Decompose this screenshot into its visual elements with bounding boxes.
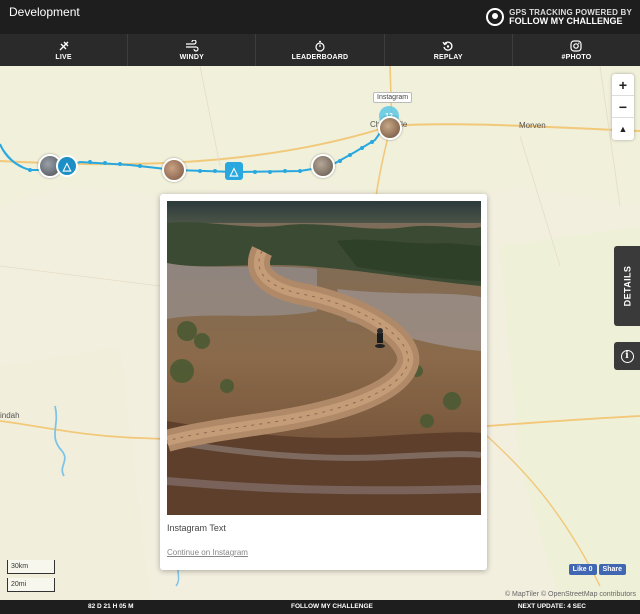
- outback-road-image: [167, 201, 481, 515]
- main-nav: LIVE WINDY LEADERBOARD REPLAY #PHOTO: [0, 34, 640, 66]
- nav-photo[interactable]: #PHOTO: [513, 34, 640, 66]
- next-update: NEXT UPDATE: 4 SEC: [517, 603, 586, 610]
- zoom-control: + − ▲: [612, 74, 634, 140]
- nav-leaderboard[interactable]: LEADERBOARD: [256, 34, 385, 66]
- camp-marker[interactable]: △: [225, 162, 243, 180]
- instagram-icon: [570, 39, 583, 52]
- facebook-buttons: Like 0 Share: [568, 564, 626, 575]
- town-label-west: indah: [0, 411, 20, 420]
- photo-marker[interactable]: [162, 158, 186, 182]
- nav-replay-label: REPLAY: [433, 53, 463, 61]
- reset-north-button[interactable]: ▲: [612, 118, 634, 140]
- replay-icon: [442, 40, 454, 52]
- map-attribution[interactable]: © MapTiler © OpenStreetMap contributors: [505, 591, 636, 598]
- photo-marker[interactable]: [311, 154, 335, 178]
- scale-mi: 20mi: [7, 578, 55, 592]
- camp-icon: △: [62, 160, 72, 173]
- app-title: Development: [9, 5, 80, 19]
- top-bar: Development GPS TRACKING POWERED BY FOLL…: [0, 0, 640, 34]
- popup-caption: Instagram Text: [167, 523, 226, 533]
- brand-logo[interactable]: GPS TRACKING POWERED BY FOLLOW MY CHALLE…: [486, 6, 632, 28]
- location-pin-icon: [486, 8, 505, 26]
- facebook-share-button[interactable]: Share: [598, 564, 626, 575]
- satellite-icon: [58, 40, 70, 52]
- info-icon: i: [620, 349, 634, 363]
- town-label-morven: Morven: [519, 121, 546, 130]
- status-bar: 82 D 21 H 05 M FOLLOW MY CHALLENGE NEXT …: [0, 600, 640, 614]
- facebook-like-button[interactable]: Like 0: [568, 564, 597, 575]
- camp-icon: △: [229, 165, 239, 178]
- compass-icon: ▲: [618, 124, 628, 134]
- nav-leaderboard-label: LEADERBOARD: [291, 53, 349, 61]
- instagram-place-label: Instagram: [373, 92, 413, 103]
- details-tab[interactable]: DETAILS: [614, 246, 640, 326]
- nav-windy[interactable]: WINDY: [128, 34, 257, 66]
- instagram-popup: Instagram Text Continue on Instagram: [160, 194, 487, 570]
- camp-marker[interactable]: △: [56, 155, 78, 177]
- continue-on-instagram-link[interactable]: Continue on Instagram: [167, 548, 248, 557]
- zoom-out-button[interactable]: −: [612, 96, 634, 118]
- info-button[interactable]: i: [614, 342, 640, 370]
- elapsed-time: 82 D 21 H 05 M: [88, 603, 134, 610]
- nav-windy-label: WINDY: [179, 53, 204, 61]
- nav-live[interactable]: LIVE: [0, 34, 129, 66]
- brand-name: FOLLOW MY CHALLENGE: [509, 16, 623, 26]
- stopwatch-icon: [314, 40, 326, 52]
- nav-photo-label: #PHOTO: [561, 53, 592, 61]
- nav-replay[interactable]: REPLAY: [385, 34, 513, 66]
- details-tab-label: DETAILS: [622, 265, 633, 307]
- photo-marker[interactable]: [378, 116, 402, 140]
- scale-km: 30km: [7, 560, 55, 574]
- zoom-in-button[interactable]: +: [612, 74, 634, 96]
- instagram-photo[interactable]: [167, 201, 481, 515]
- wind-icon: [185, 38, 199, 52]
- map-canvas[interactable]: Instagram 12 Charleville Morven indah △ …: [0, 66, 640, 600]
- nav-live-label: LIVE: [55, 53, 72, 61]
- footer-brand: FOLLOW MY CHALLENGE: [291, 603, 373, 610]
